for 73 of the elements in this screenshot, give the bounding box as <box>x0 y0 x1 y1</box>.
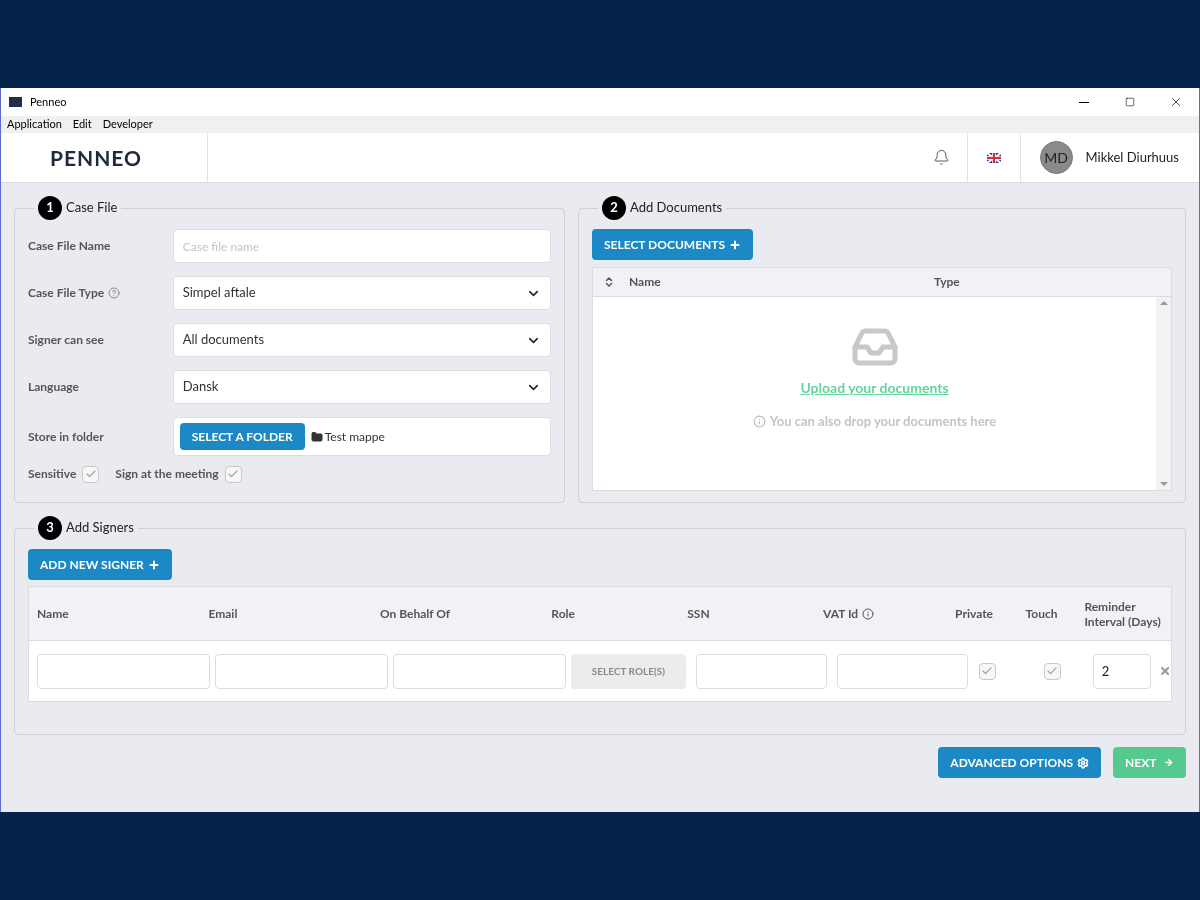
checkbox[interactable] <box>224 465 242 483</box>
text-field[interactable] <box>393 653 566 689</box>
reminder-interval-field[interactable]: 2 <box>1092 653 1151 689</box>
minimize-icon <box>1079 101 1089 103</box>
field-label: Language <box>28 378 79 396</box>
field-label: Store in folder <box>28 427 104 446</box>
check-icon <box>981 665 994 677</box>
column-header[interactable]: Name <box>629 273 934 291</box>
text-field[interactable] <box>215 653 388 689</box>
dropdown[interactable]: Simpel aftale <box>172 276 551 310</box>
column-header: Email <box>208 606 238 621</box>
ssn-field[interactable] <box>695 653 827 689</box>
checkbox-label: Sign at the meeting <box>115 465 219 483</box>
column-header: Role <box>551 606 575 621</box>
column-header: SSN <box>687 606 710 621</box>
select-folder-button[interactable]: SELECT A FOLDER <box>179 423 305 450</box>
field-label: Case File Type <box>28 284 105 302</box>
column-header: On Behalf Of <box>379 606 451 621</box>
scroll-down-icon[interactable] <box>1159 482 1168 486</box>
menu-item[interactable]: Developer <box>102 116 153 133</box>
select-documents-button[interactable]: SELECT DOCUMENTS <box>592 229 754 260</box>
section-title: Add Signers <box>66 518 134 538</box>
step-number: 2 <box>602 196 626 220</box>
flag-icon[interactable] <box>986 152 1001 163</box>
scrollbar[interactable] <box>1156 297 1171 490</box>
menu-item[interactable]: Edit <box>72 116 92 133</box>
section-title: Case File <box>66 198 118 218</box>
window-title: Penneo <box>30 93 67 110</box>
check-icon <box>1046 665 1059 677</box>
column-header[interactable]: Type <box>934 273 960 291</box>
folder-name: Test mappe <box>324 427 385 446</box>
advanced-options-button[interactable]: ADVANCED OPTIONS <box>938 747 1101 778</box>
drop-hint: You can also drop your documents here <box>769 412 997 431</box>
sort-icon[interactable] <box>603 276 615 288</box>
column-header: VAT Id <box>823 606 859 621</box>
checkbox[interactable] <box>1043 662 1061 680</box>
help-icon[interactable] <box>108 287 121 299</box>
field-label: Case File Name <box>28 237 111 255</box>
plus-icon <box>147 558 160 571</box>
section-title: Add Documents <box>630 198 723 218</box>
info-icon <box>752 415 766 429</box>
plus-icon <box>729 238 742 251</box>
column-header: Name <box>37 606 69 621</box>
checkbox-label: Sensitive <box>28 465 77 483</box>
dropdown[interactable]: All documents <box>172 323 551 357</box>
column-header: Reminder Interval (Days) <box>1084 598 1162 629</box>
arrow-right-icon <box>1164 756 1174 769</box>
menu-item[interactable]: Application <box>7 116 62 133</box>
check-icon <box>227 468 240 480</box>
field-label: Signer can see <box>28 331 104 349</box>
user-name[interactable]: Mikkel Diurhuus <box>1085 147 1179 168</box>
dropdown[interactable]: Dansk <box>172 370 551 404</box>
close-icon <box>1169 95 1183 109</box>
scroll-up-icon[interactable] <box>1159 301 1168 305</box>
column-header: Touch <box>1025 606 1058 621</box>
vat-field[interactable] <box>836 653 968 689</box>
add-signer-button[interactable]: ADD NEW SIGNER <box>28 549 172 580</box>
remove-icon[interactable] <box>1158 664 1171 678</box>
checkbox[interactable] <box>978 662 996 680</box>
checkbox[interactable] <box>82 465 100 483</box>
folder-icon <box>310 430 323 443</box>
gear-icon <box>1077 756 1089 769</box>
maximize-icon <box>1125 97 1135 107</box>
logo: PENNEO <box>49 143 144 172</box>
app-icon <box>9 97 22 107</box>
step-number: 1 <box>38 196 62 220</box>
column-header: Private <box>955 606 993 621</box>
check-icon <box>84 468 97 480</box>
case-file-name-field[interactable]: Case file name <box>172 229 551 263</box>
text-field[interactable] <box>37 653 210 689</box>
notification-bell-icon[interactable] <box>932 149 950 166</box>
user-avatar[interactable]: MD <box>1039 141 1073 174</box>
step-number: 3 <box>38 516 62 540</box>
